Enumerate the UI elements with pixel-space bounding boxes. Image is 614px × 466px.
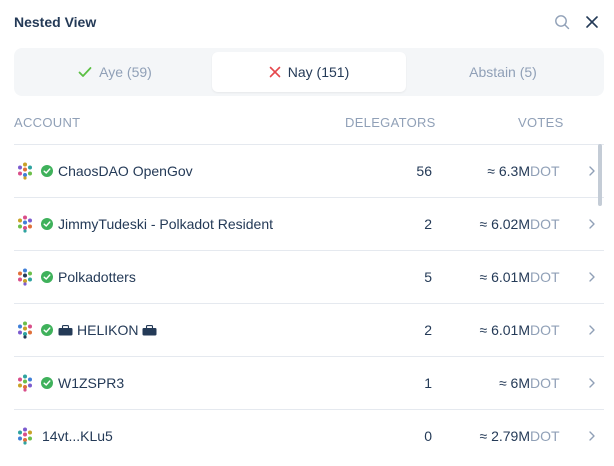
account-name-wrapper: HELIKON	[58, 322, 157, 338]
verified-icon	[41, 377, 53, 389]
voter-row[interactable]: W1ZSPR3 1 ≈ 6M DOT	[14, 356, 604, 409]
voter-row[interactable]: HELIKON 2 ≈ 6.01M DOT	[14, 303, 604, 356]
identicon-avatar	[18, 321, 32, 339]
votes-amount: ≈ 6.3M	[487, 163, 530, 179]
votes-amount: ≈ 2.79M	[479, 428, 530, 444]
chevron-right-icon	[589, 219, 595, 229]
votes-unit: DOT	[530, 163, 560, 179]
chevron-right-icon	[589, 166, 595, 176]
account-name: 14vt...KLu5	[42, 428, 113, 444]
chevron-right-icon	[589, 272, 595, 282]
chevron-right-icon	[589, 431, 595, 441]
votes-amount: ≈ 6.01M	[479, 322, 530, 338]
account-name: ChaosDAO OpenGov	[58, 163, 193, 179]
delegators-count: 5	[424, 269, 432, 285]
tab-abstain[interactable]: Abstain (5)	[406, 52, 600, 92]
tab-aye[interactable]: Aye (59)	[18, 52, 212, 92]
delegators-count: 2	[424, 322, 432, 338]
votes-unit: DOT	[530, 216, 560, 232]
delegators-count: 56	[416, 163, 432, 179]
votes-unit: DOT	[530, 375, 560, 391]
delegators-count: 1	[424, 375, 432, 391]
votes-amount: ≈ 6M	[498, 375, 530, 391]
verified-icon	[41, 271, 53, 283]
account-name: Polkadotters	[58, 269, 136, 285]
briefcase-icon	[142, 324, 157, 336]
delegators-count: 2	[424, 216, 432, 232]
tab-aye-label: Aye (59)	[99, 64, 152, 80]
verified-icon	[41, 324, 53, 336]
votes-unit: DOT	[530, 322, 560, 338]
delegators-count: 0	[424, 428, 432, 444]
close-icon	[586, 16, 598, 28]
identicon-avatar	[18, 374, 32, 392]
account-name: W1ZSPR3	[58, 375, 125, 391]
voter-row[interactable]: Polkadotters 5 ≈ 6.01M DOT	[14, 250, 604, 303]
chevron-right-icon	[589, 325, 595, 335]
identicon-avatar	[18, 215, 32, 233]
votes-amount: ≈ 6.02M	[479, 216, 530, 232]
voter-row[interactable]: JimmyTudeski - Polkadot Resident 2 ≈ 6.0…	[14, 197, 604, 250]
check-icon	[78, 66, 92, 78]
account-name: JimmyTudeski - Polkadot Resident	[58, 216, 274, 232]
tab-nay[interactable]: Nay (151)	[212, 52, 406, 92]
votes-unit: DOT	[530, 428, 560, 444]
identicon-avatar	[18, 162, 32, 180]
chevron-right-icon	[589, 378, 595, 388]
close-button[interactable]	[582, 12, 602, 32]
x-icon	[269, 66, 281, 78]
voter-row[interactable]: 14vt...KLu5 0 ≈ 2.79M DOT	[14, 409, 604, 462]
votes-unit: DOT	[530, 269, 560, 285]
modal-title: Nested View	[14, 14, 97, 30]
briefcase-icon	[58, 324, 73, 336]
scrollbar-thumb[interactable]	[598, 144, 602, 206]
search-icon	[555, 15, 570, 30]
search-button[interactable]	[552, 12, 572, 32]
identicon-avatar	[18, 268, 32, 286]
voter-row[interactable]: ChaosDAO OpenGov 56 ≈ 6.3M DOT	[14, 144, 604, 197]
votes-amount: ≈ 6.01M	[479, 269, 530, 285]
column-header-account: ACCOUNT	[14, 115, 81, 130]
identicon-avatar	[18, 427, 32, 445]
vote-tabs: Aye (59) Nay (151) Abstain (5)	[14, 48, 604, 96]
column-header-votes: VOTES	[518, 115, 564, 130]
account-name: HELIKON	[77, 322, 139, 338]
tab-nay-label: Nay (151)	[287, 64, 350, 80]
verified-icon	[41, 165, 53, 177]
voter-list: ChaosDAO OpenGov 56 ≈ 6.3M DOT JimmyTude…	[14, 144, 604, 462]
tab-abstain-label: Abstain (5)	[469, 64, 537, 80]
verified-icon	[41, 218, 53, 230]
modal-header: Nested View	[14, 0, 604, 44]
column-header-delegators: DELEGATORS	[345, 115, 436, 130]
